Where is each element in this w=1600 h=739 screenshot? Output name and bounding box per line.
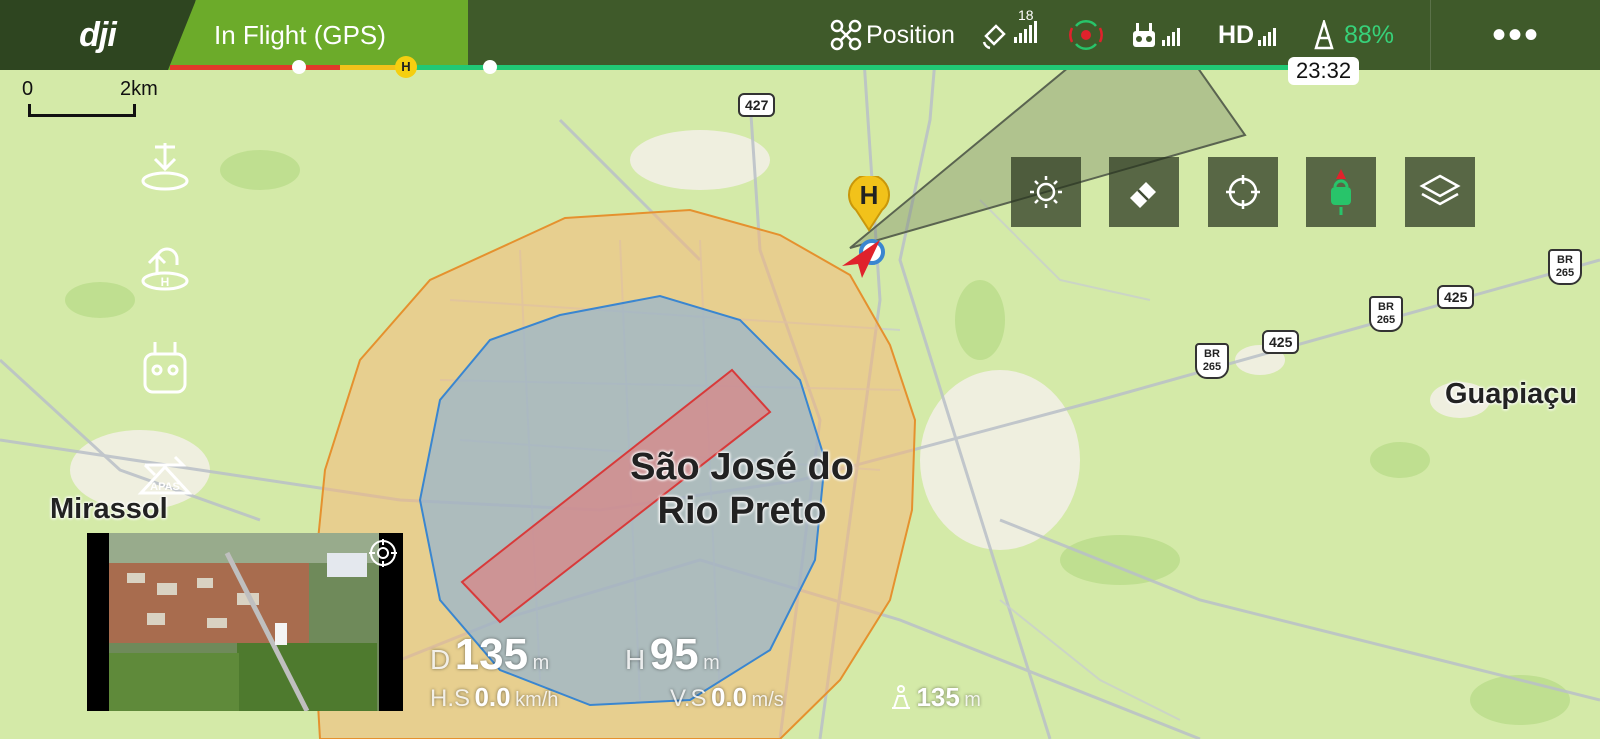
battery-percent: 88% bbox=[1344, 20, 1395, 49]
br-shield-low-label: BR bbox=[1204, 348, 1220, 360]
remote-controller-button[interactable] bbox=[135, 338, 195, 398]
dji-logo: dji bbox=[0, 0, 195, 70]
layers-icon bbox=[1419, 174, 1461, 206]
map-layers-button[interactable] bbox=[1405, 157, 1475, 227]
progress-marker-2 bbox=[483, 60, 497, 74]
scale-start-label: 0 bbox=[22, 78, 34, 100]
progress-marker-1 bbox=[292, 60, 306, 74]
progress-home-marker: H bbox=[395, 56, 417, 78]
br-shield-top-label: BR bbox=[1557, 254, 1573, 266]
map-orientation-button[interactable] bbox=[1306, 157, 1376, 227]
flight-mode-indicator[interactable]: Position bbox=[830, 18, 955, 52]
height-unit: m bbox=[703, 652, 720, 674]
hs-unit: km/h bbox=[515, 689, 559, 711]
home-point-label: H bbox=[859, 180, 879, 210]
pilot-distance-value: 135 bbox=[916, 682, 960, 712]
remote-controller-signal[interactable] bbox=[1130, 18, 1180, 52]
apas-label: APAS bbox=[150, 481, 180, 493]
flight-time-progress: H bbox=[170, 56, 1290, 78]
telemetry-pilot-distance: 135 m bbox=[890, 682, 981, 713]
video-hd-label: HD bbox=[1218, 20, 1255, 49]
battery-indicator[interactable]: 88% bbox=[1310, 18, 1394, 52]
br-shield-mid-label: BR bbox=[1378, 301, 1394, 313]
distance-value: 135 bbox=[454, 630, 529, 679]
top-status-bar: dji In Flight (GPS) Position 18 HD 88% •… bbox=[0, 0, 1600, 70]
flight-status-text: In Flight (GPS) bbox=[214, 20, 386, 50]
scale-end-label: 2km bbox=[120, 78, 158, 100]
vs-value: 0.0 bbox=[710, 682, 748, 712]
return-home-icon: H bbox=[141, 247, 189, 291]
map-scale-bar: 0 2km bbox=[22, 78, 158, 118]
road-shield-427: 427 bbox=[738, 93, 776, 117]
camera-switch-icon[interactable] bbox=[367, 537, 399, 569]
apas-icon: APAS bbox=[137, 455, 193, 495]
br-shield-low: BR 265 bbox=[1195, 343, 1229, 379]
vs-label: V.S bbox=[670, 685, 707, 712]
battery-icon bbox=[1314, 20, 1334, 50]
br-shield-mid: BR 265 bbox=[1369, 296, 1403, 332]
telemetry-distance: D 135 m bbox=[430, 630, 549, 680]
pilot-distance-unit: m bbox=[964, 689, 981, 711]
takeoff-landing-button[interactable] bbox=[135, 135, 195, 195]
obstacle-sensing-indicator[interactable] bbox=[1066, 18, 1106, 52]
controller-icon bbox=[143, 342, 187, 394]
gps-satellite-count: 18 bbox=[1018, 6, 1034, 23]
city-label-guapiacu: Guapiaçu bbox=[1445, 378, 1578, 410]
home-point-marker[interactable]: H bbox=[846, 173, 892, 232]
drone-icon bbox=[830, 19, 862, 51]
apas-button[interactable]: APAS bbox=[135, 445, 195, 505]
gps-signal-bars bbox=[1014, 20, 1037, 43]
video-signal[interactable]: HD bbox=[1218, 18, 1277, 52]
clear-flight-path-button[interactable] bbox=[1109, 157, 1179, 227]
telemetry-height: H 95 m bbox=[625, 630, 720, 680]
obstacle-radar-icon bbox=[1069, 20, 1103, 50]
telemetry-vertical-speed: V.S 0.0 m/s bbox=[670, 682, 784, 713]
distance-label: D bbox=[430, 644, 451, 675]
return-to-home-button[interactable]: H bbox=[135, 235, 195, 295]
flight-mode-label: Position bbox=[866, 20, 955, 49]
eraser-icon bbox=[1130, 182, 1156, 208]
remote-controller-icon bbox=[1133, 23, 1155, 47]
city-label-main-line2: Rio Preto bbox=[657, 490, 827, 532]
satellite-icon bbox=[982, 24, 1006, 50]
remaining-flight-time: 23:32 bbox=[1288, 57, 1360, 85]
rc-signal-bars bbox=[1162, 24, 1180, 46]
br-shield-top: BR 265 bbox=[1548, 249, 1582, 285]
camera-preview-window[interactable] bbox=[87, 533, 403, 711]
br-shield-top-number: 265 bbox=[1555, 267, 1575, 279]
height-value: 95 bbox=[649, 630, 699, 679]
road-shield-425b: 425 bbox=[1437, 285, 1475, 309]
flight-status-panel[interactable]: In Flight (GPS) bbox=[168, 0, 468, 70]
video-signal-bars bbox=[1258, 24, 1277, 46]
aircraft-icon bbox=[842, 239, 885, 278]
map-brightness-button[interactable] bbox=[1011, 157, 1081, 227]
telemetry-horizontal-speed: H.S 0.0 km/h bbox=[430, 682, 558, 713]
svg-text:H: H bbox=[161, 275, 170, 289]
camera-preview-image bbox=[87, 533, 403, 711]
pilot-icon bbox=[892, 685, 910, 709]
recenter-map-button[interactable] bbox=[1208, 157, 1278, 227]
city-label-main-line1: São José do bbox=[630, 446, 854, 488]
gps-indicator[interactable]: 18 bbox=[980, 7, 1037, 52]
city-label-main: São José do Rio Preto bbox=[612, 445, 872, 533]
crosshair-icon bbox=[1226, 175, 1260, 209]
height-label: H bbox=[625, 644, 646, 675]
sun-icon bbox=[1030, 176, 1062, 208]
br-shield-mid-number: 265 bbox=[1376, 314, 1396, 326]
landing-icon bbox=[141, 143, 189, 191]
br-shield-low-number: 265 bbox=[1202, 361, 1222, 373]
orientation-lock-icon bbox=[1331, 169, 1351, 215]
distance-unit: m bbox=[532, 652, 550, 674]
hs-value: 0.0 bbox=[474, 682, 511, 712]
hs-label: H.S bbox=[430, 685, 471, 712]
vs-unit: m/s bbox=[751, 689, 784, 711]
road-shield-425a: 425 bbox=[1262, 330, 1300, 354]
more-menu-button[interactable]: ••• bbox=[1430, 0, 1600, 70]
